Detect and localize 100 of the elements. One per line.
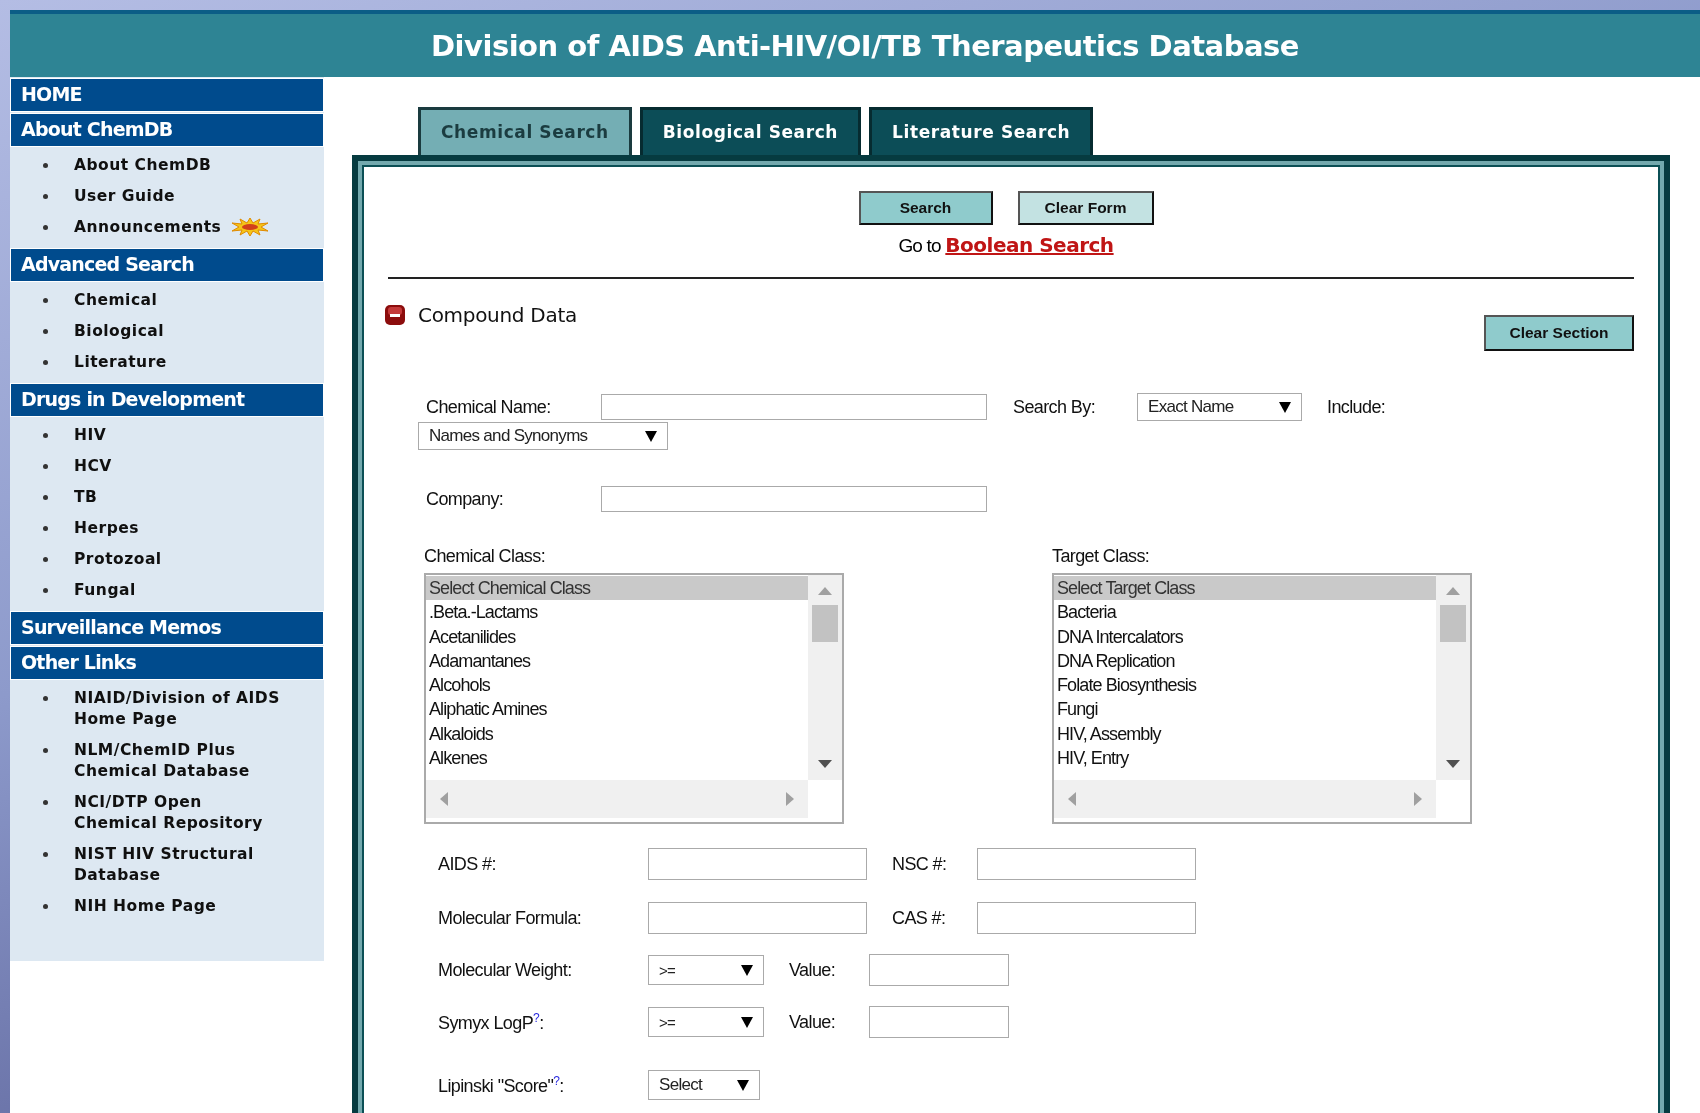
scroll-right-icon[interactable] <box>1414 792 1422 806</box>
list-option[interactable]: DNA Intercalators <box>1054 624 1436 649</box>
clear-form-button[interactable]: Clear Form <box>1017 191 1154 225</box>
list-option[interactable]: DNA Replication <box>1054 648 1436 674</box>
boolean-search-link[interactable]: Boolean Search <box>945 233 1114 257</box>
input-field[interactable] <box>977 902 1196 934</box>
list-option[interactable]: Bacteria <box>1054 600 1436 625</box>
bullet-icon <box>43 800 48 805</box>
clear-section-button[interactable]: Clear Section <box>1484 315 1634 351</box>
list-option[interactable]: HIV, Assembly <box>1054 721 1436 747</box>
score-dropdown[interactable]: Select <box>648 1070 760 1100</box>
list-option[interactable]: Folate Biosynthesis <box>1054 673 1436 698</box>
search-button[interactable]: Search <box>858 191 993 225</box>
tab[interactable]: Chemical Search <box>418 107 632 155</box>
sidebar-link[interactable]: Protozoal <box>74 549 289 570</box>
include-dropdown[interactable]: Names and Synonyms <box>418 422 668 450</box>
input-field[interactable] <box>648 848 867 880</box>
sidebar-link[interactable]: Literature <box>74 352 289 373</box>
sidebar-link[interactable]: TB <box>74 487 289 508</box>
sidebar-link[interactable]: NIST HIV Structural Database <box>74 844 289 886</box>
sidebar-heading[interactable]: Advanced Search <box>10 248 324 282</box>
field-label: Chemical Class: <box>424 546 547 567</box>
scrollbar[interactable] <box>426 780 808 818</box>
bullet-icon <box>43 588 48 593</box>
field-label: Value: <box>789 959 837 981</box>
sidebar-link[interactable]: About ChemDB <box>74 155 289 176</box>
chemical-name-field[interactable] <box>601 394 987 420</box>
list-option[interactable]: .Beta.-Lactams <box>426 600 808 625</box>
list-option[interactable]: Aliphatic Amines <box>426 697 808 722</box>
list-option[interactable]: Adamantanes <box>426 648 808 674</box>
tab[interactable]: Literature Search <box>869 107 1094 155</box>
field-label: Value: <box>789 1011 837 1033</box>
collapse-icon[interactable] <box>384 304 406 326</box>
operator-dropdown[interactable]: >= <box>648 955 764 985</box>
field-label: Symyx LogP$^{?}$: <box>438 1010 545 1034</box>
bullet-icon <box>43 298 48 303</box>
list-option[interactable]: HIV, Entry <box>1054 746 1436 771</box>
sidebar-heading[interactable]: Drugs in Development <box>10 383 324 417</box>
sidebar-link[interactable]: Herpes <box>74 518 289 539</box>
operator-dropdown[interactable]: >= <box>648 1007 764 1037</box>
bullet-icon <box>43 225 48 230</box>
scroll-right-icon[interactable] <box>786 792 794 806</box>
sidebar-link[interactable]: Announcements <box>74 217 222 238</box>
bullet-icon <box>43 194 48 199</box>
list-box[interactable]: Select Target Class Bacteria DNA Intercalators DNA Replication Folate Biosynthesis Fungi HIV, Assembly HIV, Entry <box>1052 573 1472 824</box>
sidebar-heading[interactable]: About ChemDB <box>10 113 324 147</box>
scroll-down-icon[interactable] <box>818 760 832 768</box>
sidebar-link[interactable]: Fungal <box>74 580 289 601</box>
sidebar-link[interactable]: NIH Home Page <box>74 896 289 917</box>
list-option[interactable]: Alcohols <box>426 673 808 698</box>
tab[interactable]: Biological Search <box>639 107 862 155</box>
list-option[interactable]: Acetanilides <box>426 624 808 649</box>
dropdown-arrow-icon <box>645 430 657 442</box>
bullet-icon <box>43 360 48 365</box>
scrollbar[interactable] <box>1436 575 1470 780</box>
scroll-up-icon[interactable] <box>818 587 832 595</box>
scrollbar[interactable] <box>808 575 842 780</box>
field-label: Lipinski "Score"$^{?}$: <box>438 1073 565 1097</box>
field-label: NSC #: <box>892 853 948 875</box>
bullet-icon <box>43 526 48 531</box>
list-option[interactable]: Alkenes <box>426 746 808 771</box>
company-field[interactable] <box>601 486 987 512</box>
sidebar-link[interactable]: HIV <box>74 425 289 446</box>
sidebar-heading[interactable]: Other Links <box>10 646 324 680</box>
scroll-down-icon[interactable] <box>1446 760 1460 768</box>
field-label: CAS #: <box>892 907 947 929</box>
input-field[interactable] <box>648 902 867 934</box>
value-field[interactable] <box>869 1006 1009 1038</box>
dropdown-arrow-icon <box>741 964 753 976</box>
list-option[interactable]: Fungi <box>1054 697 1436 722</box>
search-by-dropdown[interactable]: Exact Name <box>1137 393 1302 421</box>
sidebar-link[interactable]: Biological <box>74 321 289 342</box>
list-option[interactable]: Select Chemical Class <box>426 576 808 601</box>
list-option[interactable]: Select Target Class <box>1054 576 1436 601</box>
input-field[interactable] <box>977 848 1196 880</box>
bullet-icon <box>43 433 48 438</box>
bullet-icon <box>43 557 48 562</box>
field-label: AIDS #: <box>438 853 497 875</box>
scroll-thumb[interactable] <box>812 605 838 642</box>
field-label: Search By: <box>1013 396 1097 418</box>
value-field[interactable] <box>869 954 1009 986</box>
sidebar-heading[interactable]: Surveillance Memos <box>10 611 324 645</box>
scroll-up-icon[interactable] <box>1446 587 1460 595</box>
sidebar-link[interactable]: NCI/DTP Open Chemical Repository <box>74 792 289 834</box>
sidebar-link[interactable]: Chemical <box>74 290 289 311</box>
section-title: Compound Data <box>418 303 577 327</box>
bullet-icon <box>43 163 48 168</box>
bullet-icon <box>43 904 48 909</box>
sidebar-link[interactable]: HCV <box>74 456 289 477</box>
sidebar-link[interactable]: NLM/ChemID Plus Chemical Database <box>74 740 289 782</box>
list-box[interactable]: Select Chemical Class .Beta.-Lactams Acetanilides Adamantanes Alcohols Aliphatic Amines Alkaloids Alkenes <box>424 573 844 824</box>
list-option[interactable]: Alkaloids <box>426 721 808 747</box>
sidebar-link[interactable]: NIAID/Division of AIDS Home Page <box>74 688 289 730</box>
field-label: Company: <box>426 488 505 510</box>
scroll-left-icon[interactable] <box>440 792 448 806</box>
scroll-left-icon[interactable] <box>1068 792 1076 806</box>
sidebar-link[interactable]: User Guide <box>74 186 289 207</box>
scrollbar[interactable] <box>1054 780 1436 818</box>
scroll-thumb[interactable] <box>1440 605 1466 642</box>
sidebar-heading[interactable]: HOME <box>10 78 324 112</box>
